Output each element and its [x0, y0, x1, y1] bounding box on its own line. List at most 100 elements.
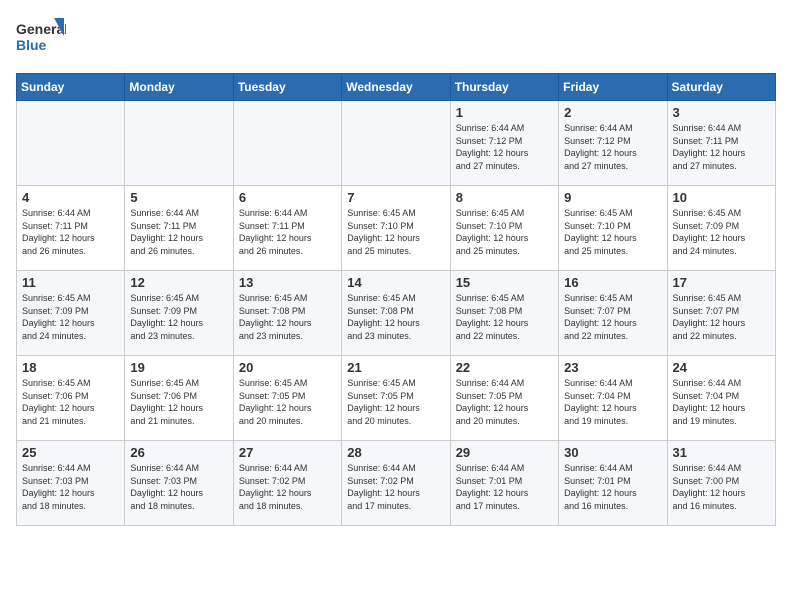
day-info: Sunrise: 6:45 AM Sunset: 7:06 PM Dayligh…	[22, 377, 119, 427]
day-number: 9	[564, 190, 661, 205]
day-cell: 20 Sunrise: 6:45 AM Sunset: 7:05 PM Dayli…	[233, 356, 341, 441]
day-number: 20	[239, 360, 336, 375]
day-info: Sunrise: 6:44 AM Sunset: 7:02 PM Dayligh…	[347, 462, 444, 512]
day-number: 5	[130, 190, 227, 205]
day-cell	[17, 101, 125, 186]
day-number: 13	[239, 275, 336, 290]
svg-text:Blue: Blue	[16, 37, 47, 53]
calendar-table: SundayMondayTuesdayWednesdayThursdayFrid…	[16, 73, 776, 526]
day-cell: 12Sunrise: 6:45 AM Sunset: 7:09 PM Dayli…	[125, 271, 233, 356]
day-cell: 24Sunrise: 6:44 AM Sunset: 7:04 PM Dayli…	[667, 356, 775, 441]
day-number: 27	[239, 445, 336, 460]
day-cell	[233, 101, 341, 186]
day-cell: 22Sunrise: 6:44 AM Sunset: 7:05 PM Dayli…	[450, 356, 558, 441]
day-info: Sunrise: 6:45 AM Sunset: 7:09 PM Dayligh…	[673, 207, 770, 257]
day-cell: 10 Sunrise: 6:45 AM Sunset: 7:09 PM Dayli…	[667, 186, 775, 271]
day-cell: 16 Sunrise: 6:45 AM Sunset: 7:07 PM Dayli…	[559, 271, 667, 356]
day-info: Sunrise: 6:44 AM Sunset: 7:11 PM Dayligh…	[239, 207, 336, 257]
day-cell: 21 Sunrise: 6:45 AM Sunset: 7:05 PM Dayli…	[342, 356, 450, 441]
day-number: 10	[673, 190, 770, 205]
day-cell	[342, 101, 450, 186]
day-number: 2	[564, 105, 661, 120]
day-info: Sunrise: 6:45 AM Sunset: 7:10 PM Dayligh…	[456, 207, 553, 257]
day-number: 8	[456, 190, 553, 205]
day-number: 3	[673, 105, 770, 120]
logo-svg: GeneralBlue	[16, 16, 66, 61]
week-row-4: 18 Sunrise: 6:45 AM Sunset: 7:06 PM Dayli…	[17, 356, 776, 441]
day-number: 28	[347, 445, 444, 460]
day-number: 21	[347, 360, 444, 375]
day-info: Sunrise: 6:44 AM Sunset: 7:11 PM Dayligh…	[673, 122, 770, 172]
week-row-1: 1Sunrise: 6:44 AM Sunset: 7:12 PM Daylig…	[17, 101, 776, 186]
header-cell-saturday: Saturday	[667, 74, 775, 101]
day-cell: 4Sunrise: 6:44 AM Sunset: 7:11 PM Daylig…	[17, 186, 125, 271]
day-info: Sunrise: 6:45 AM Sunset: 7:05 PM Dayligh…	[347, 377, 444, 427]
week-row-5: 25Sunrise: 6:44 AM Sunset: 7:03 PM Dayli…	[17, 441, 776, 526]
day-cell	[125, 101, 233, 186]
day-info: Sunrise: 6:44 AM Sunset: 7:03 PM Dayligh…	[22, 462, 119, 512]
day-cell: 8 Sunrise: 6:45 AM Sunset: 7:10 PM Daylig…	[450, 186, 558, 271]
day-info: Sunrise: 6:45 AM Sunset: 7:06 PM Dayligh…	[130, 377, 227, 427]
day-cell: 3 Sunrise: 6:44 AM Sunset: 7:11 PM Daylig…	[667, 101, 775, 186]
day-number: 6	[239, 190, 336, 205]
day-number: 18	[22, 360, 119, 375]
day-info: Sunrise: 6:44 AM Sunset: 7:12 PM Dayligh…	[456, 122, 553, 172]
day-number: 22	[456, 360, 553, 375]
day-info: Sunrise: 6:45 AM Sunset: 7:05 PM Dayligh…	[239, 377, 336, 427]
header-cell-monday: Monday	[125, 74, 233, 101]
logo: GeneralBlue	[16, 16, 66, 61]
header-cell-wednesday: Wednesday	[342, 74, 450, 101]
day-info: Sunrise: 6:45 AM Sunset: 7:09 PM Dayligh…	[22, 292, 119, 342]
header-cell-tuesday: Tuesday	[233, 74, 341, 101]
day-info: Sunrise: 6:44 AM Sunset: 7:11 PM Dayligh…	[130, 207, 227, 257]
day-cell: 25Sunrise: 6:44 AM Sunset: 7:03 PM Dayli…	[17, 441, 125, 526]
week-row-2: 4Sunrise: 6:44 AM Sunset: 7:11 PM Daylig…	[17, 186, 776, 271]
day-cell: 11 Sunrise: 6:45 AM Sunset: 7:09 PM Dayli…	[17, 271, 125, 356]
day-cell: 27Sunrise: 6:44 AM Sunset: 7:02 PM Dayli…	[233, 441, 341, 526]
header-row: SundayMondayTuesdayWednesdayThursdayFrid…	[17, 74, 776, 101]
day-cell: 23Sunrise: 6:44 AM Sunset: 7:04 PM Dayli…	[559, 356, 667, 441]
day-cell: 5 Sunrise: 6:44 AM Sunset: 7:11 PM Daylig…	[125, 186, 233, 271]
day-cell: 19 Sunrise: 6:45 AM Sunset: 7:06 PM Dayli…	[125, 356, 233, 441]
day-cell: 30Sunrise: 6:44 AM Sunset: 7:01 PM Dayli…	[559, 441, 667, 526]
day-number: 14	[347, 275, 444, 290]
header-cell-sunday: Sunday	[17, 74, 125, 101]
day-number: 17	[673, 275, 770, 290]
calendar-header: SundayMondayTuesdayWednesdayThursdayFrid…	[17, 74, 776, 101]
day-cell: 15 Sunrise: 6:45 AM Sunset: 7:08 PM Dayli…	[450, 271, 558, 356]
day-number: 15	[456, 275, 553, 290]
day-cell: 28 Sunrise: 6:44 AM Sunset: 7:02 PM Dayli…	[342, 441, 450, 526]
header: GeneralBlue	[16, 16, 776, 61]
header-cell-thursday: Thursday	[450, 74, 558, 101]
day-info: Sunrise: 6:44 AM Sunset: 7:11 PM Dayligh…	[22, 207, 119, 257]
day-number: 19	[130, 360, 227, 375]
day-number: 26	[130, 445, 227, 460]
day-info: Sunrise: 6:45 AM Sunset: 7:07 PM Dayligh…	[564, 292, 661, 342]
day-cell: 31 Sunrise: 6:44 AM Sunset: 7:00 PM Dayli…	[667, 441, 775, 526]
day-info: Sunrise: 6:44 AM Sunset: 7:01 PM Dayligh…	[456, 462, 553, 512]
day-cell: 26 Sunrise: 6:44 AM Sunset: 7:03 PM Dayli…	[125, 441, 233, 526]
day-info: Sunrise: 6:45 AM Sunset: 7:09 PM Dayligh…	[130, 292, 227, 342]
day-info: Sunrise: 6:44 AM Sunset: 7:01 PM Dayligh…	[564, 462, 661, 512]
day-info: Sunrise: 6:45 AM Sunset: 7:08 PM Dayligh…	[456, 292, 553, 342]
day-info: Sunrise: 6:44 AM Sunset: 7:04 PM Dayligh…	[673, 377, 770, 427]
day-cell: 29Sunrise: 6:44 AM Sunset: 7:01 PM Dayli…	[450, 441, 558, 526]
day-number: 31	[673, 445, 770, 460]
day-number: 23	[564, 360, 661, 375]
calendar-body: 1Sunrise: 6:44 AM Sunset: 7:12 PM Daylig…	[17, 101, 776, 526]
day-info: Sunrise: 6:45 AM Sunset: 7:07 PM Dayligh…	[673, 292, 770, 342]
day-info: Sunrise: 6:44 AM Sunset: 7:12 PM Dayligh…	[564, 122, 661, 172]
day-info: Sunrise: 6:45 AM Sunset: 7:10 PM Dayligh…	[347, 207, 444, 257]
day-cell: 17 Sunrise: 6:45 AM Sunset: 7:07 PM Dayli…	[667, 271, 775, 356]
day-cell: 2 Sunrise: 6:44 AM Sunset: 7:12 PM Daylig…	[559, 101, 667, 186]
day-info: Sunrise: 6:44 AM Sunset: 7:03 PM Dayligh…	[130, 462, 227, 512]
day-cell: 1Sunrise: 6:44 AM Sunset: 7:12 PM Daylig…	[450, 101, 558, 186]
day-cell: 18 Sunrise: 6:45 AM Sunset: 7:06 PM Dayli…	[17, 356, 125, 441]
day-number: 16	[564, 275, 661, 290]
header-cell-friday: Friday	[559, 74, 667, 101]
day-cell: 6 Sunrise: 6:44 AM Sunset: 7:11 PM Daylig…	[233, 186, 341, 271]
day-info: Sunrise: 6:44 AM Sunset: 7:00 PM Dayligh…	[673, 462, 770, 512]
day-cell: 7Sunrise: 6:45 AM Sunset: 7:10 PM Daylig…	[342, 186, 450, 271]
day-number: 11	[22, 275, 119, 290]
day-info: Sunrise: 6:45 AM Sunset: 7:08 PM Dayligh…	[239, 292, 336, 342]
